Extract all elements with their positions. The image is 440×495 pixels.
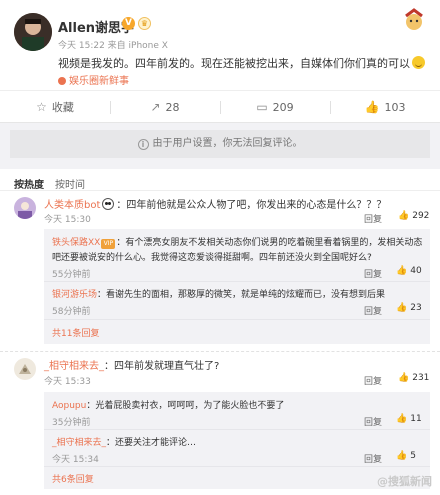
replier-name[interactable]: 铁头保路XX: [52, 238, 100, 248]
member-badge-icon: VIP: [101, 239, 116, 249]
reply-content: 银河游乐场：看谢先生的面相，那憨厚的微笑，就是单纯的炫耀而已，没有想到后果: [52, 290, 386, 300]
reply-time: 55分钟前: [52, 270, 91, 280]
reply-button[interactable]: 回复: [364, 452, 382, 465]
verified-icon: V: [122, 17, 135, 30]
thumb-icon: 👍: [396, 303, 408, 313]
topic-link[interactable]: 娱乐圈新鲜事: [58, 72, 129, 87]
reply-button[interactable]: 回复: [364, 415, 382, 428]
thumb-icon: 👍: [398, 211, 410, 221]
thumb-icon: 👍: [396, 451, 408, 461]
panda-emoji-icon: [102, 198, 115, 210]
post-meta: 今天 15:22 来自 iPhone X: [58, 41, 168, 51]
reply-box: 铁头保路XX VIP ：有个漂亮女朋友不发相关动态你们说男的吃着碗里看着锅里的，发相…: [44, 229, 430, 344]
commenter-name[interactable]: 人类本质bot: [44, 200, 100, 211]
reply-button[interactable]: 回复: [364, 374, 382, 387]
share-icon: ↗: [150, 100, 161, 114]
reply-time: 35分钟前: [52, 418, 91, 428]
reply-content: Aopupu：光着屁股卖衬衣，呵呵呵，为了能火脸也不要了: [52, 401, 285, 411]
comment-time: 今天 15:30: [44, 215, 91, 225]
repost-button[interactable]: ↗ 28: [110, 91, 220, 124]
reply-content: 铁头保路XX VIP ：有个漂亮女朋友不发相关动态你们说男的吃着碗里看着锅里的，发相…: [52, 238, 423, 249]
reply-time: 今天 15:34: [52, 455, 99, 465]
reply-content: _相守相来去_：还要关注才能评论…: [52, 438, 197, 448]
replier-name[interactable]: Aopupu: [52, 401, 86, 411]
watermark: @搜狐新闻: [377, 475, 432, 488]
replier-name[interactable]: _相守相来去_: [52, 438, 106, 448]
favorite-button[interactable]: ☆ 收藏: [0, 91, 110, 124]
comment-button[interactable]: ▭ 209: [220, 91, 330, 124]
comment-like-button[interactable]: 👍 231: [398, 373, 429, 383]
commenter-avatar[interactable]: [14, 358, 36, 380]
crown-icon: ♛: [138, 17, 151, 30]
reply-button[interactable]: 回复: [364, 267, 382, 280]
reply-box: Aopupu：光着屁股卖衬衣，呵呵呵，为了能火脸也不要了 35分钟前 回复 👍 1…: [44, 392, 430, 489]
commenter-avatar[interactable]: [14, 197, 36, 219]
reply-time: 58分钟前: [52, 307, 91, 317]
comment-content: _相守相来去_：四年前发就理直气壮了?: [44, 361, 220, 372]
reply-like-button[interactable]: 👍 11: [396, 414, 422, 424]
more-replies-link[interactable]: 共6条回复: [52, 472, 94, 485]
comment-like-button[interactable]: 👍 292: [398, 211, 429, 221]
reply-like-button[interactable]: 👍 40: [396, 266, 422, 276]
post-text: 视频是我发的。四年前发的。现在还能被挖出来，自媒体们你们真的可以: [58, 55, 425, 71]
sort-bar: 按热度 按时间: [0, 169, 440, 191]
reply-content-cont: 吧还要被说安的什么心。我觉得这恋爱谈得挺甜啊。四年前还没火到全国呢好么?: [52, 253, 372, 263]
topic-icon: [58, 77, 66, 85]
comment-time: 今天 15:33: [44, 377, 91, 387]
comment-item: _相守相来去_：四年前发就理直气壮了? 今天 15:33 回复 👍 231 Aop…: [0, 352, 440, 495]
thumb-icon: 👍: [396, 414, 408, 424]
reply-like-button[interactable]: 👍 23: [396, 303, 422, 313]
commenter-name[interactable]: _相守相来去_: [44, 361, 104, 372]
action-bar: ☆ 收藏 ↗ 28 ▭ 209 👍 103: [0, 90, 440, 123]
like-button[interactable]: 👍 103: [330, 91, 440, 124]
comment-content: 人类本质bot ：四年前他就是公众人物了吧，你发出来的心态是什么？？？: [44, 198, 387, 211]
sort-by-hot-tab[interactable]: 按热度: [14, 176, 44, 191]
thumb-icon: 👍: [396, 266, 408, 276]
comment-icon: ▭: [256, 100, 268, 114]
reply-button[interactable]: 回复: [364, 304, 382, 317]
thumb-icon: 👍: [398, 373, 410, 383]
reply-button[interactable]: 回复: [364, 212, 382, 225]
notice-band: i 由于用户设置，你无法回复评论。: [0, 123, 440, 169]
decoration-icon: [405, 8, 423, 30]
reply-restricted-notice: i 由于用户设置，你无法回复评论。: [10, 130, 430, 158]
smile-emoji-icon: [412, 56, 425, 69]
replier-name[interactable]: 银河游乐场: [52, 290, 97, 300]
more-replies-link[interactable]: 共11条回复: [52, 326, 99, 339]
sort-by-time-tab[interactable]: 按时间: [55, 176, 85, 191]
info-icon: i: [137, 139, 149, 150]
thumb-icon: 👍: [364, 100, 380, 114]
star-icon: ☆: [36, 100, 47, 114]
reply-like-button[interactable]: 👍 5: [396, 451, 416, 461]
avatar[interactable]: [14, 13, 52, 51]
comment-item: 人类本质bot ：四年前他就是公众人物了吧，你发出来的心态是什么？？？ 今天 15…: [0, 191, 440, 352]
